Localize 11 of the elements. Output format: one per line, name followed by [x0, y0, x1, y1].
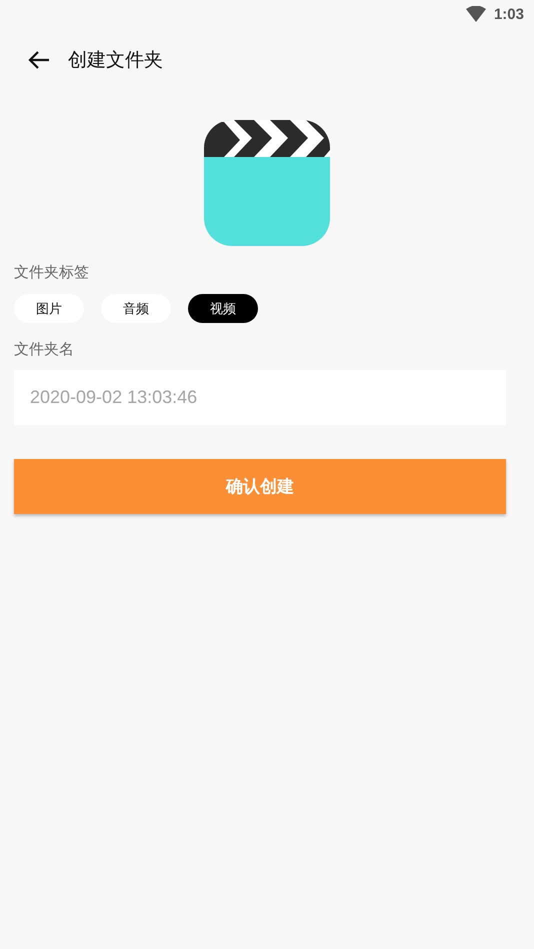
tags-label: 文件夹标签 [14, 262, 90, 282]
back-arrow-icon[interactable] [28, 50, 50, 70]
tag-chip[interactable]: 音频 [101, 294, 171, 323]
clapperboard-icon [204, 120, 330, 246]
tag-chip[interactable]: 图片 [14, 294, 84, 323]
page-title: 创建文件夹 [68, 48, 163, 73]
name-field[interactable]: 2020-09-02 13:03:46 [14, 370, 506, 425]
tag-chip[interactable]: 视频 [188, 294, 258, 323]
status-time: 1:03 [494, 6, 524, 22]
wifi-icon [466, 6, 486, 22]
name-label: 文件夹名 [14, 339, 75, 359]
